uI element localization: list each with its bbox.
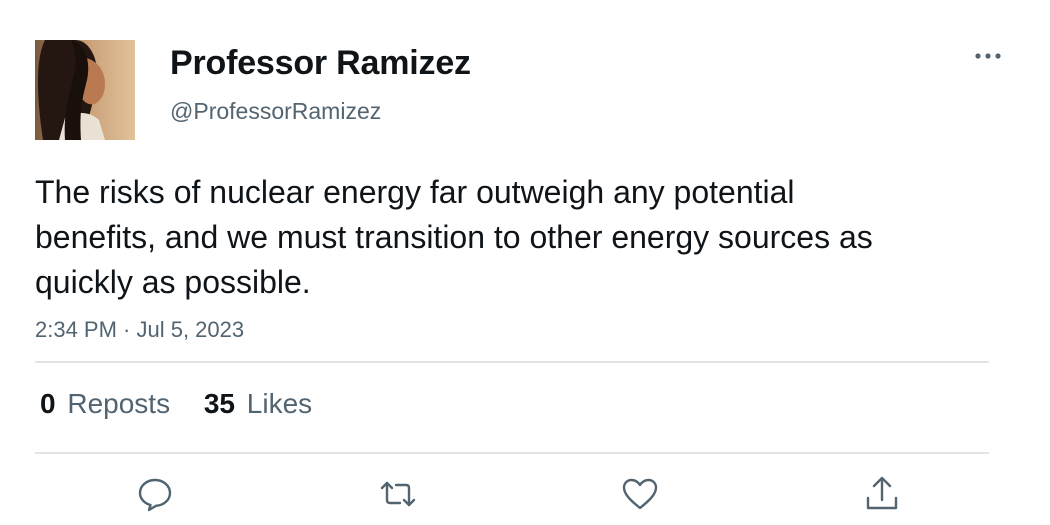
more-options-button[interactable]: [970, 44, 1006, 68]
author-display-name[interactable]: Professor Ramizez: [170, 42, 471, 84]
share-icon: [866, 476, 898, 510]
reply-icon: [138, 478, 172, 512]
reposts-stat[interactable]: 0 Reposts: [40, 386, 170, 422]
engagement-stats: 0 Reposts 35 Likes: [40, 386, 338, 422]
avatar[interactable]: [35, 40, 135, 140]
repost-button[interactable]: [378, 474, 418, 514]
more-horizontal-icon: [975, 53, 1001, 59]
author-handle[interactable]: @ProfessorRamizez: [170, 96, 381, 126]
repost-icon: [380, 481, 416, 507]
divider: [35, 452, 989, 454]
divider: [35, 361, 989, 363]
reposts-label: Reposts: [67, 388, 171, 419]
likes-count: 35: [203, 388, 236, 419]
tweet-timestamp[interactable]: 2:34 PM · Jul 5, 2023: [35, 315, 244, 345]
like-icon: [622, 478, 658, 510]
reply-button[interactable]: [135, 474, 175, 514]
tweet-text: The risks of nuclear energy far outweigh…: [35, 174, 873, 300]
tweet-card: Professor Ramizez @ProfessorRamizez The …: [0, 0, 1050, 525]
like-button[interactable]: [620, 474, 660, 514]
likes-stat[interactable]: 35 Likes: [204, 386, 312, 422]
likes-label: Likes: [246, 388, 313, 419]
avatar-photo: [35, 40, 135, 140]
reposts-count: 0: [40, 388, 56, 419]
share-button[interactable]: [862, 474, 902, 514]
